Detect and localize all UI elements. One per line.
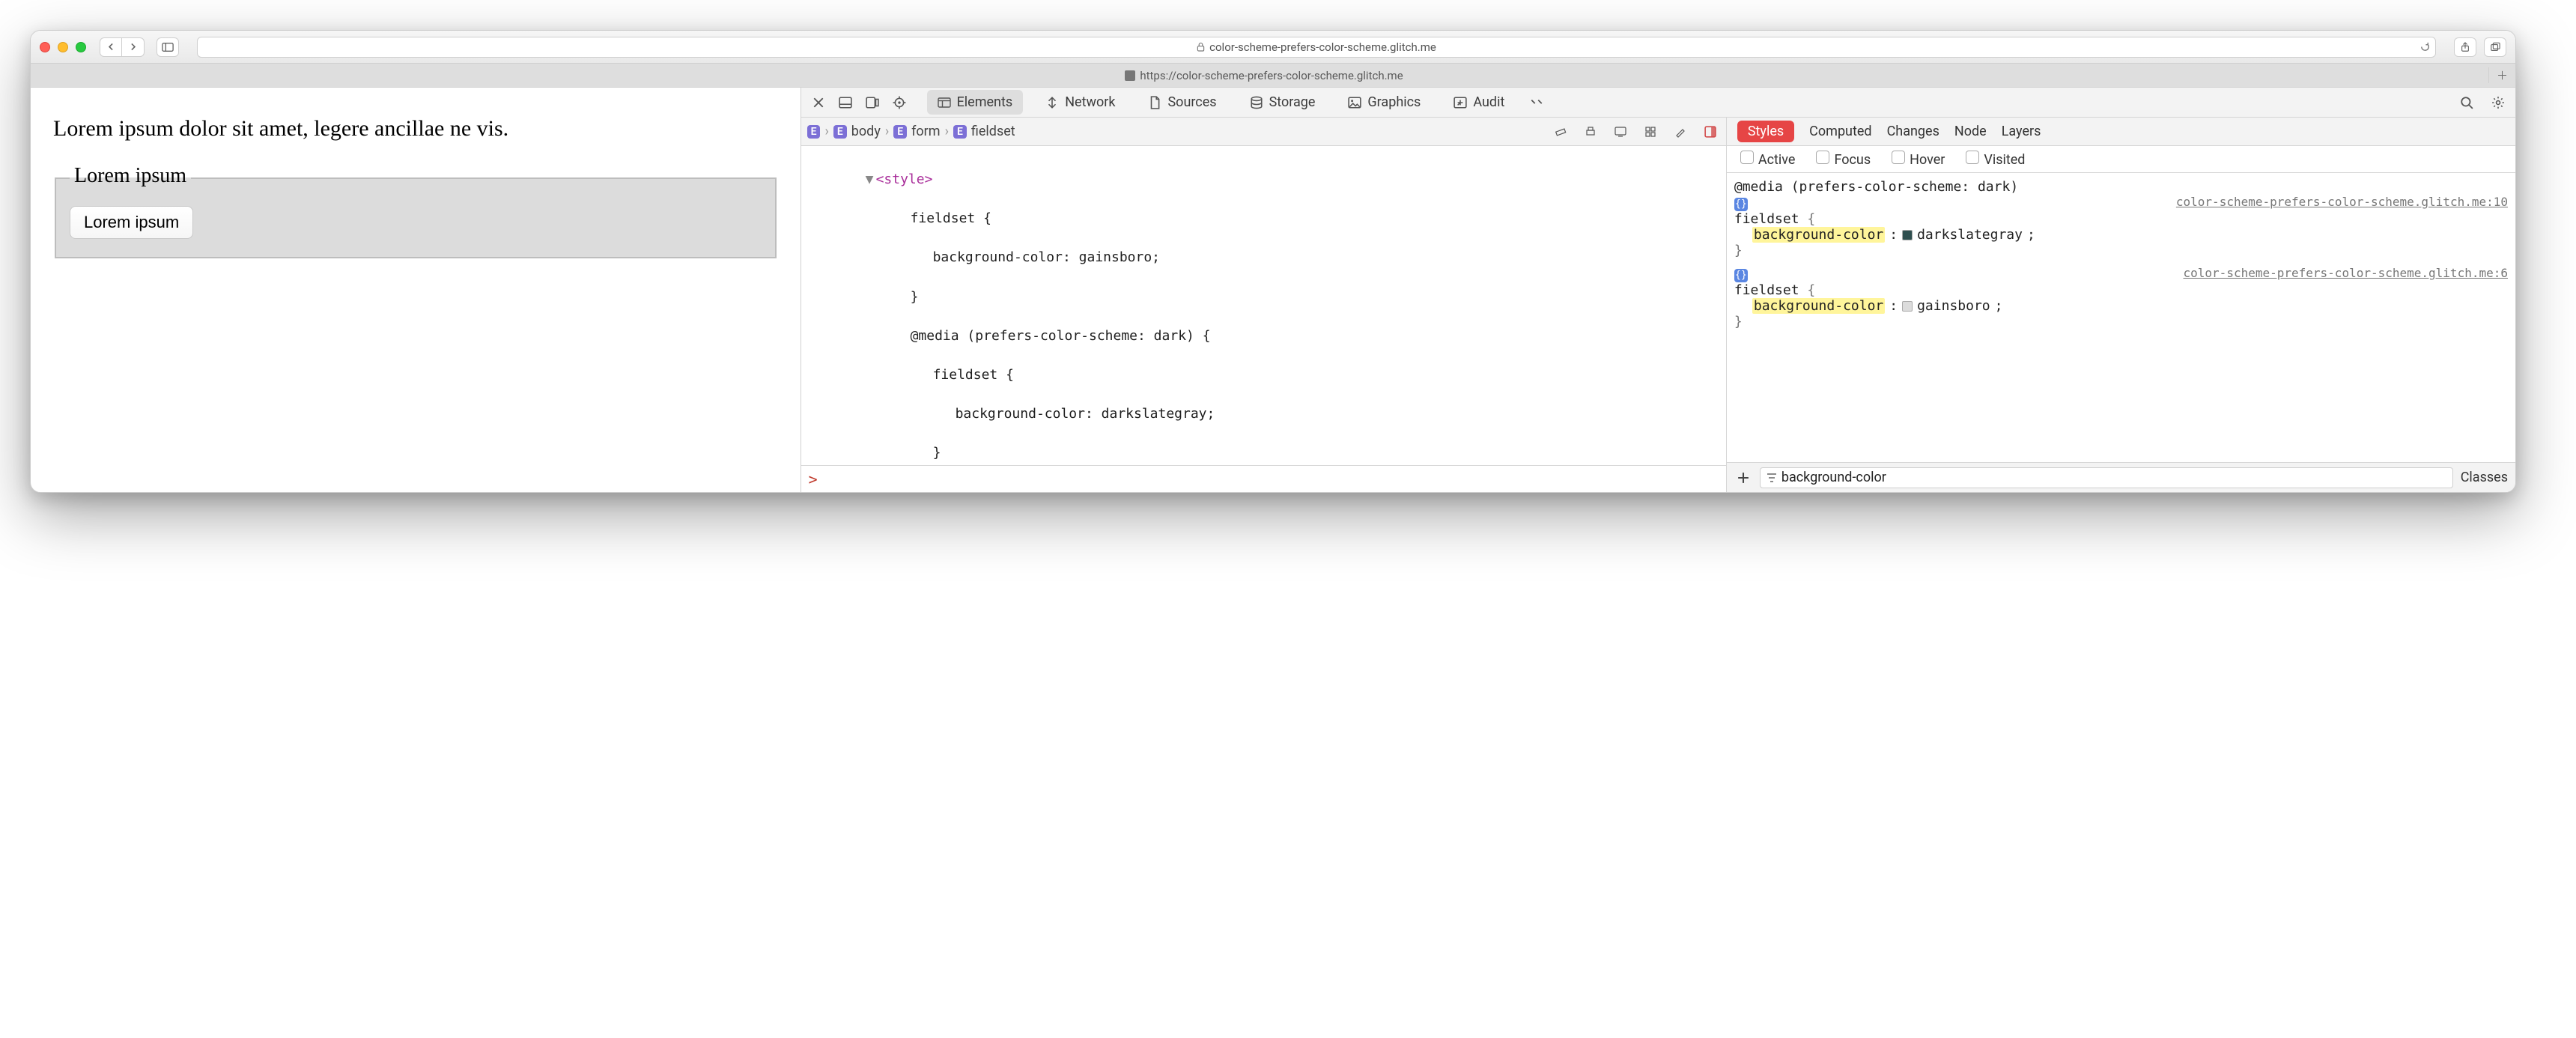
overflow-icon[interactable] [1527, 93, 1546, 112]
devtools-toolbar: Elements Network Sources Storage Graphic… [801, 88, 2515, 118]
toggle-active[interactable]: Active [1740, 151, 1796, 168]
tab-elements[interactable]: Elements [927, 90, 1024, 115]
grid-icon[interactable] [1641, 122, 1660, 142]
close-icon[interactable] [809, 93, 828, 112]
sidebar-toggle-button[interactable] [157, 37, 179, 57]
window-titlebar: color-scheme-prefers-color-scheme.glitch… [31, 31, 2515, 64]
gear-icon[interactable] [2488, 93, 2508, 112]
share-button[interactable] [2454, 37, 2476, 57]
tab-label: Storage [1269, 94, 1316, 110]
new-tab-button[interactable]: ＋ [2488, 67, 2515, 83]
page-paragraph: Lorem ipsum dolor sit amet, legere ancil… [53, 115, 778, 143]
tab-label: Graphics [1367, 94, 1421, 110]
tab-layers[interactable]: Layers [2002, 124, 2041, 139]
favicon-icon [1125, 70, 1135, 81]
print-icon[interactable] [1581, 122, 1600, 142]
tab-computed[interactable]: Computed [1809, 124, 1871, 139]
classes-button[interactable]: Classes [2461, 470, 2508, 485]
tab-network[interactable]: Network [1035, 90, 1126, 115]
dock-side-icon[interactable] [863, 93, 882, 112]
color-swatch-icon[interactable] [1902, 301, 1913, 312]
back-button[interactable] [100, 37, 122, 57]
device-icon[interactable] [1611, 122, 1630, 142]
source-link[interactable]: color-scheme-prefers-color-scheme.glitch… [2184, 266, 2508, 280]
source-link[interactable]: color-scheme-prefers-color-scheme.glitch… [2176, 195, 2508, 209]
minimize-window-button[interactable] [58, 42, 68, 52]
rule-media-dark: @media (prefers-color-scheme: dark) {} c… [1734, 179, 2508, 258]
dock-bottom-icon[interactable] [836, 93, 855, 112]
close-window-button[interactable] [40, 42, 50, 52]
search-icon[interactable] [2457, 93, 2476, 112]
tab-strip: https://color-scheme-prefers-color-schem… [31, 64, 2515, 88]
pseudo-class-toggles: Active Focus Hover Visited [1727, 146, 2515, 173]
tab-sources[interactable]: Sources [1137, 90, 1227, 115]
tab-title: https://color-scheme-prefers-color-schem… [1140, 69, 1403, 82]
breadcrumb: E › Ebody › Eform › Efieldset [801, 118, 1726, 146]
devtools: Elements Network Sources Storage Graphic… [801, 88, 2515, 492]
page-button[interactable]: Lorem ipsum [70, 206, 193, 239]
tab-label: Network [1065, 94, 1115, 110]
lock-icon [1197, 42, 1205, 52]
styles-tabs: Styles Computed Changes Node Layers [1727, 118, 2515, 146]
tab-styles[interactable]: Styles [1737, 121, 1794, 142]
tab-node[interactable]: Node [1954, 124, 1987, 139]
reload-icon[interactable] [2419, 41, 2431, 52]
toggle-focus[interactable]: Focus [1816, 151, 1871, 168]
zoom-window-button[interactable] [76, 42, 86, 52]
inspect-target-icon[interactable] [890, 93, 909, 112]
page-viewport: Lorem ipsum dolor sit amet, legere ancil… [31, 88, 801, 492]
crumb-form[interactable]: Eform [893, 124, 940, 139]
styles-footer: background-color Classes [1727, 462, 2515, 492]
tab-changes[interactable]: Changes [1887, 124, 1939, 139]
stylesheet-icon: {} [1734, 269, 1748, 282]
toggle-sidebar-icon[interactable] [1701, 122, 1720, 142]
traffic-lights [40, 42, 86, 52]
tab-label: Audit [1473, 94, 1504, 110]
address-bar-text: color-scheme-prefers-color-scheme.glitch… [1209, 40, 1436, 54]
crumb-body[interactable]: Ebody [833, 124, 881, 139]
crumb-root[interactable]: E [807, 125, 821, 139]
page-fieldset: Lorem ipsum Lorem ipsum [55, 164, 777, 258]
color-swatch-icon[interactable] [1902, 230, 1913, 240]
tabs-overview-button[interactable] [2484, 37, 2506, 57]
tab-audit[interactable]: Audit [1443, 90, 1515, 115]
ruler-icon[interactable] [1551, 122, 1570, 142]
stylesheet-icon: {} [1734, 198, 1748, 211]
dom-tree[interactable]: ▼<style> fieldset { background-color: ga… [801, 146, 1726, 465]
forward-button[interactable] [122, 37, 145, 57]
tab-graphics[interactable]: Graphics [1337, 90, 1431, 115]
filter-icon [1767, 473, 1777, 482]
element-badge-icon: E [807, 125, 821, 139]
style-rules[interactable]: @media (prefers-color-scheme: dark) {} c… [1727, 173, 2515, 462]
tab-storage[interactable]: Storage [1239, 90, 1326, 115]
toggle-visited[interactable]: Visited [1966, 151, 2025, 168]
page-legend: Lorem ipsum [70, 164, 191, 192]
tab-label: Sources [1167, 94, 1216, 110]
elements-panel: E › Ebody › Eform › Efieldset [801, 118, 1727, 492]
address-bar[interactable]: color-scheme-prefers-color-scheme.glitch… [197, 37, 2436, 58]
rule-fieldset: {} color-scheme-prefers-color-scheme.gli… [1734, 266, 2508, 330]
paint-icon[interactable] [1671, 122, 1690, 142]
browser-window: color-scheme-prefers-color-scheme.glitch… [30, 30, 2516, 493]
browser-tab[interactable]: https://color-scheme-prefers-color-schem… [40, 69, 2488, 82]
console-prompt[interactable]: > [801, 465, 1726, 492]
filter-input[interactable]: background-color [1760, 467, 2453, 488]
styles-panel: Styles Computed Changes Node Layers Acti… [1727, 118, 2515, 492]
toggle-hover[interactable]: Hover [1892, 151, 1945, 168]
new-rule-button[interactable] [1734, 469, 1752, 487]
crumb-fieldset[interactable]: Efieldset [953, 124, 1015, 139]
tab-label: Elements [957, 94, 1013, 110]
